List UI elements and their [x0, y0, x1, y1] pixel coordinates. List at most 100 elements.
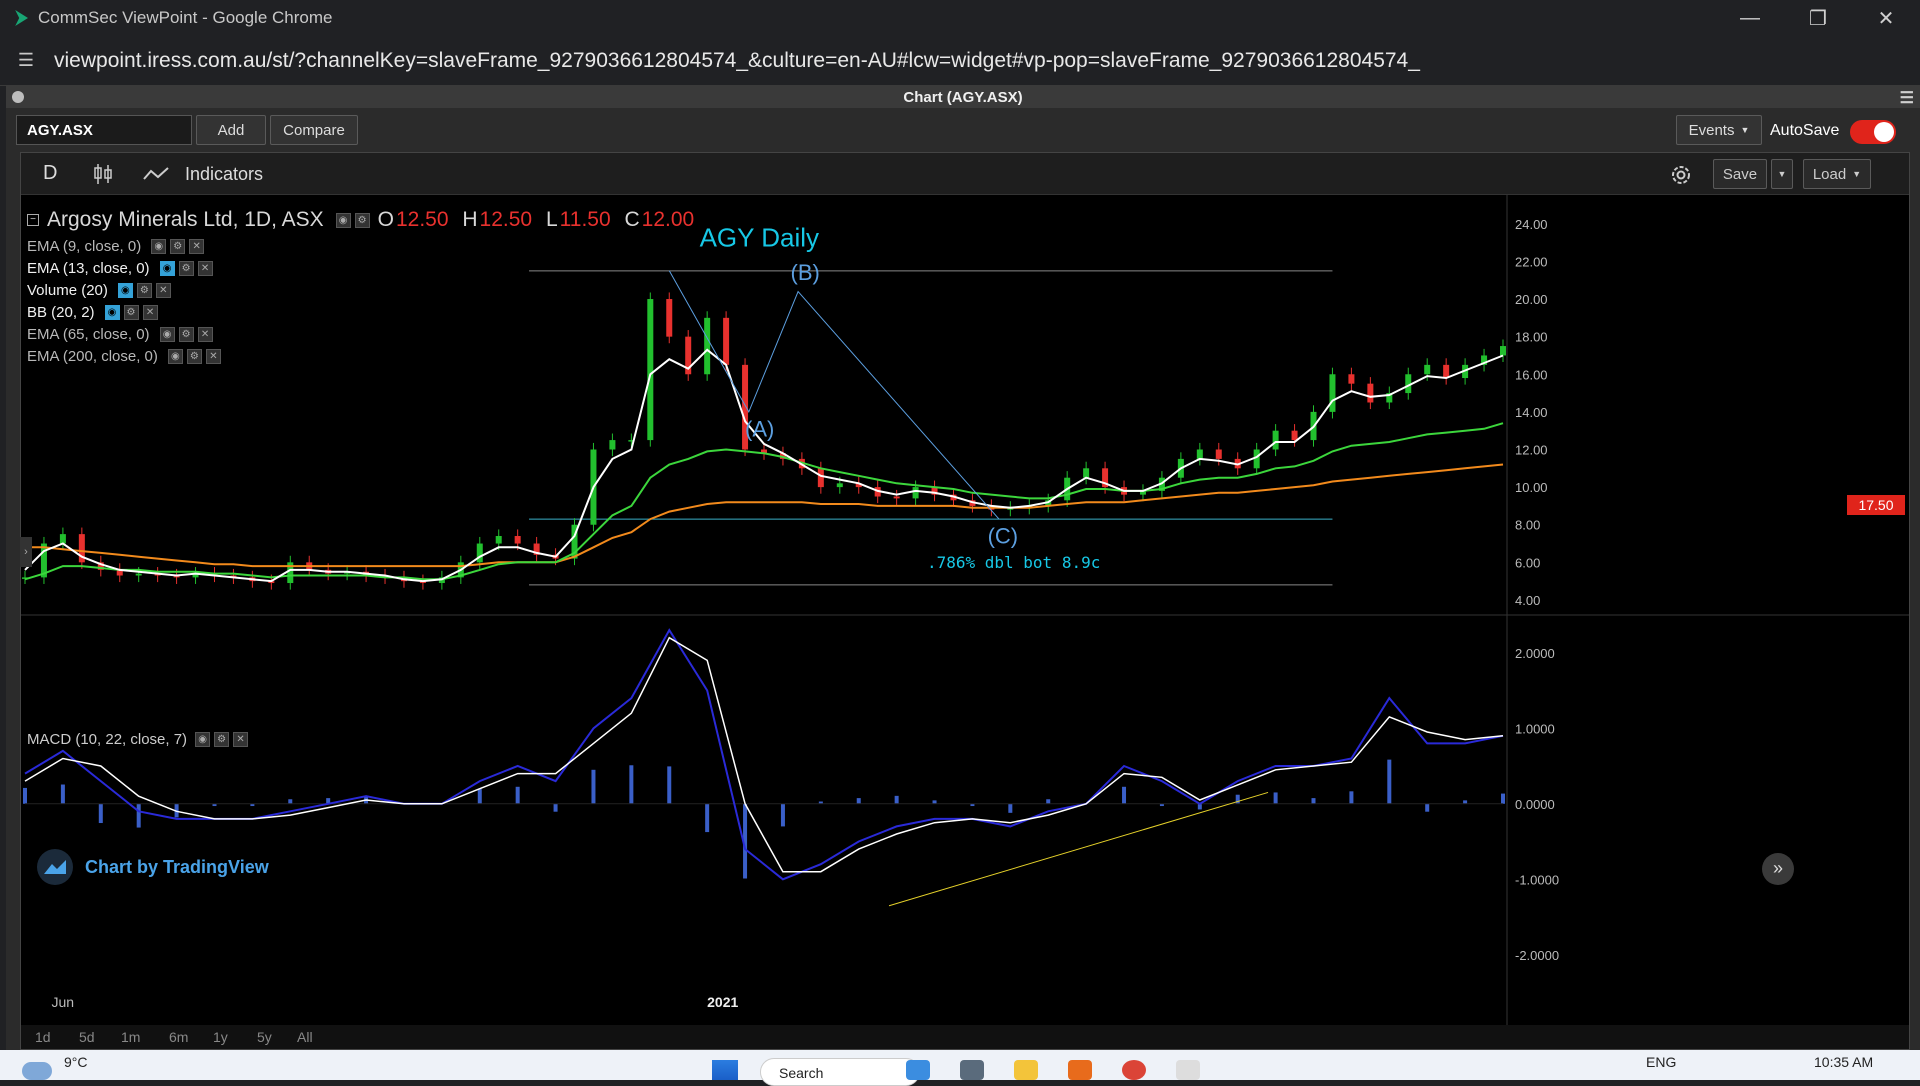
eye-icon[interactable]: ◉ — [159, 326, 175, 342]
low-label: L — [545, 208, 558, 231]
indicators-button[interactable]: Indicators — [185, 164, 263, 185]
eye-icon[interactable]: ◉ — [335, 212, 351, 228]
settings-icon[interactable]: ⚙ — [354, 212, 370, 228]
autosave-toggle[interactable] — [1850, 120, 1896, 144]
remove-icon[interactable]: ✕ — [142, 304, 158, 320]
indicator-row[interactable]: EMA (9, close, 0) ◉ ⚙ ✕ — [27, 235, 694, 257]
system-clock[interactable]: 10:35 AM — [1814, 1054, 1873, 1070]
weather-temp[interactable]: 9°C — [64, 1054, 88, 1070]
caret-down-icon: ▼ — [1777, 169, 1787, 179]
gear-icon[interactable] — [1667, 161, 1695, 189]
save-button[interactable]: Save — [1713, 159, 1767, 189]
series-legend: − Argosy Minerals Ltd, 1D, ASX ◉ ⚙ O12.5… — [27, 205, 694, 235]
app-icon[interactable] — [1176, 1060, 1200, 1080]
frame-status-icon — [12, 91, 24, 103]
range-button[interactable]: 6m — [169, 1029, 188, 1045]
eye-icon[interactable]: ◉ — [167, 348, 183, 364]
candle-body — [1424, 364, 1431, 375]
candle-body — [1443, 364, 1450, 379]
eye-icon[interactable]: ◉ — [159, 260, 175, 276]
copilot-icon[interactable] — [906, 1060, 930, 1080]
macd-legend: MACD (10, 22, close, 7) ◉ ⚙ ✕ — [27, 731, 249, 748]
url-text[interactable]: viewpoint.iress.com.au/st/?channelKey=sl… — [54, 49, 1420, 73]
indicator-row[interactable]: EMA (65, close, 0) ◉ ⚙ ✕ — [27, 323, 694, 345]
open-value: 12.50 — [395, 208, 449, 231]
range-button[interactable]: 1d — [35, 1029, 51, 1045]
tradingview-branding[interactable]: Chart by TradingView — [37, 849, 269, 885]
firefox-icon[interactable] — [1068, 1060, 1092, 1080]
candles-icon[interactable] — [91, 163, 115, 185]
settings-icon[interactable]: ⚙ — [178, 326, 194, 342]
remove-icon[interactable]: ✕ — [205, 348, 221, 364]
high-value: 12.50 — [479, 208, 533, 231]
task-view-icon[interactable] — [960, 1060, 984, 1080]
add-button[interactable]: Add — [196, 115, 266, 145]
hamburger-menu-icon[interactable]: ☰ — [1900, 88, 1914, 108]
symbol-line: Argosy Minerals Ltd, 1D, ASX — [47, 208, 324, 231]
compare-button[interactable]: Compare — [270, 115, 358, 145]
indicator-label: Volume (20) — [27, 281, 108, 299]
scroll-to-realtime-icon[interactable]: » — [1762, 853, 1794, 885]
remove-icon[interactable]: ✕ — [155, 282, 171, 298]
windows-start-icon[interactable] — [712, 1060, 738, 1080]
settings-icon[interactable]: ⚙ — [214, 732, 230, 747]
restore-icon[interactable]: ❐ — [1784, 0, 1852, 36]
eye-icon[interactable]: ◉ — [104, 304, 120, 320]
collapse-icon[interactable]: − — [27, 214, 39, 226]
remove-icon[interactable]: ✕ — [189, 238, 205, 254]
eye-icon[interactable]: ◉ — [117, 282, 133, 298]
remove-icon[interactable]: ✕ — [197, 326, 213, 342]
macd-tick-label: 1.0000 — [1515, 721, 1555, 736]
range-button[interactable]: All — [297, 1029, 313, 1045]
symbol-toolbar: Add Compare Events ▼ AutoSave — [6, 108, 1920, 152]
symbol-input[interactable] — [16, 115, 192, 145]
indicator-row[interactable]: Volume (20) ◉ ⚙ ✕ — [27, 279, 694, 301]
chrome-icon[interactable] — [1122, 1060, 1146, 1080]
file-explorer-icon[interactable] — [1014, 1060, 1038, 1080]
candle-body — [1367, 383, 1374, 403]
range-button[interactable]: 5d — [79, 1029, 95, 1045]
chart-title-annotation: AGY Daily — [700, 222, 819, 252]
tradingview-logo-icon — [37, 849, 73, 885]
eye-icon[interactable]: ◉ — [151, 238, 167, 254]
candle-body — [609, 440, 616, 450]
candle-body — [1500, 346, 1506, 356]
settings-icon[interactable]: ⚙ — [170, 238, 186, 254]
candle-body — [1272, 430, 1279, 450]
price-tick-label: 24.00 — [1515, 217, 1548, 232]
tradingview-chart[interactable]: D Indicators Save ▼ Load ▼ 4.00 6.00 8.0… — [20, 152, 1910, 1050]
indicator-label: EMA (13, close, 0) — [27, 259, 150, 277]
close-icon[interactable]: ✕ — [1852, 0, 1920, 36]
range-button[interactable]: 1m — [121, 1029, 140, 1045]
weather-icon[interactable] — [22, 1062, 52, 1080]
ohlc-values: O12.50 H12.50 L11.50 C12.00 — [370, 208, 695, 232]
minimize-icon[interactable]: — — [1716, 0, 1784, 36]
settings-icon[interactable]: ⚙ — [136, 282, 152, 298]
macd-trendline — [888, 791, 1269, 907]
side-panel-toggle-icon[interactable]: › — [20, 537, 32, 567]
resolution-button[interactable]: D — [43, 162, 57, 185]
indicators-icon[interactable] — [143, 165, 169, 183]
site-settings-icon[interactable]: ☰ — [8, 50, 44, 71]
events-dropdown[interactable]: Events ▼ — [1676, 115, 1762, 145]
indicator-row[interactable]: EMA (200, close, 0) ◉ ⚙ ✕ — [27, 345, 694, 367]
remove-icon[interactable]: ✕ — [197, 260, 213, 276]
address-bar[interactable]: ☰ viewpoint.iress.com.au/st/?channelKey=… — [0, 36, 1920, 86]
settings-icon[interactable]: ⚙ — [123, 304, 139, 320]
tradingview-link[interactable]: Chart by TradingView — [85, 857, 269, 878]
macd-tick-label: 0.0000 — [1515, 797, 1555, 812]
indicator-row[interactable]: EMA (13, close, 0) ◉ ⚙ ✕ — [27, 257, 694, 279]
language-indicator[interactable]: ENG — [1646, 1054, 1676, 1070]
save-options-dropdown[interactable]: ▼ — [1771, 159, 1793, 189]
load-dropdown[interactable]: Load ▼ — [1803, 159, 1871, 189]
taskbar-search[interactable]: Search — [760, 1058, 920, 1086]
settings-icon[interactable]: ⚙ — [178, 260, 194, 276]
remove-icon[interactable]: ✕ — [233, 732, 249, 747]
range-button[interactable]: 1y — [213, 1029, 228, 1045]
indicator-row[interactable]: BB (20, 2) ◉ ⚙ ✕ — [27, 301, 694, 323]
eye-icon[interactable]: ◉ — [195, 732, 211, 747]
indicator-label: BB (20, 2) — [27, 303, 95, 321]
range-button[interactable]: 5y — [257, 1029, 272, 1045]
date-range-bar: 1d 5d 1m 6m 1y 5y All — [21, 1025, 1909, 1049]
settings-icon[interactable]: ⚙ — [186, 348, 202, 364]
